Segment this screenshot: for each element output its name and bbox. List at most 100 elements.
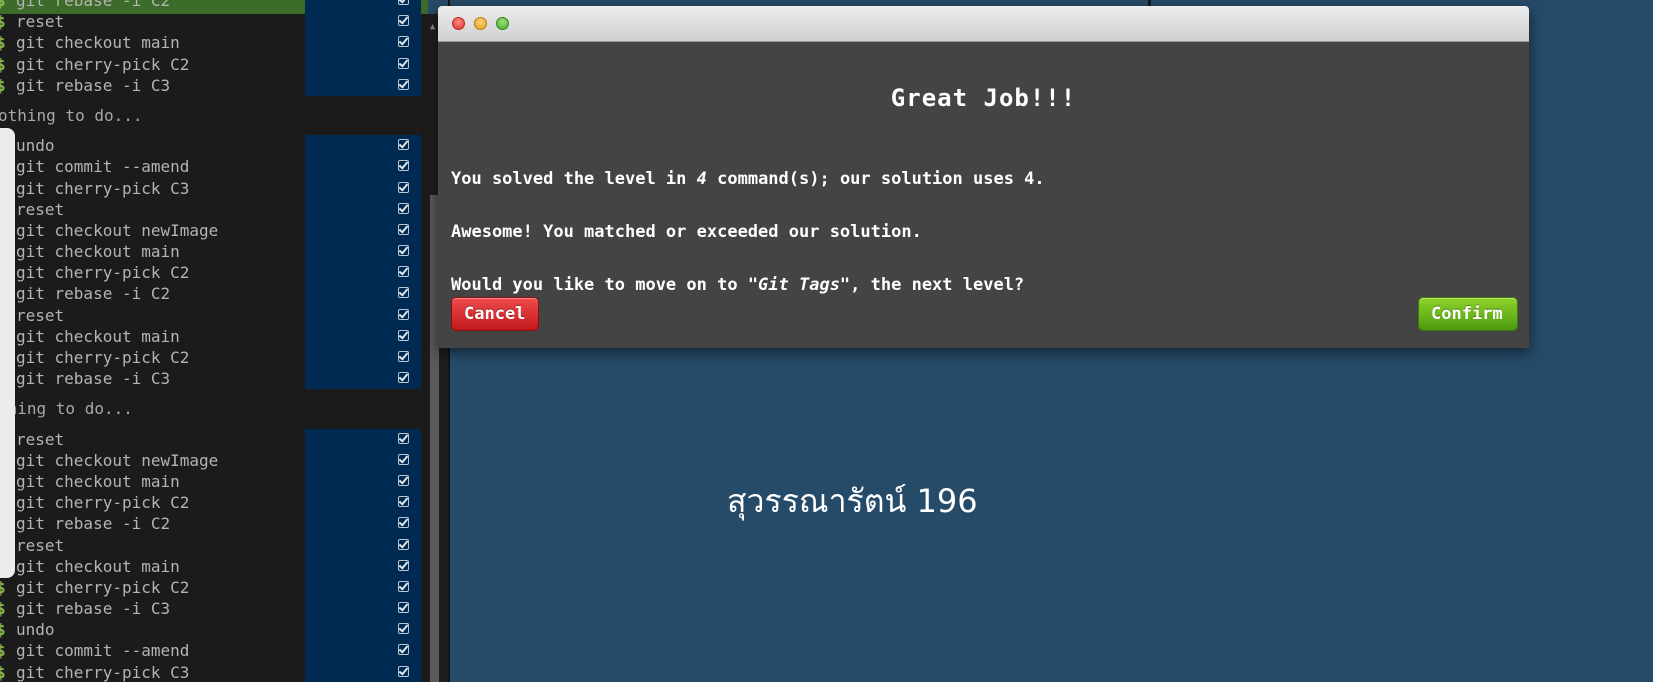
checkbox-checked-icon	[398, 372, 409, 384]
checkbox-checked-icon	[398, 57, 409, 69]
terminal-command-text: git commit --amend	[16, 641, 190, 661]
terminal-command-row: $git commit --amend	[0, 156, 421, 178]
terminal-command-text: git cherry-pick C2	[16, 263, 190, 283]
dialog-title: Great Job!!!	[890, 84, 1077, 112]
checkbox-checked-icon	[398, 623, 409, 635]
checkbox-checked-icon	[398, 644, 409, 656]
terminal-command-text: git cherry-pick C3	[16, 178, 190, 198]
checkbox-checked-icon	[398, 0, 409, 5]
terminal-command-text: reset	[16, 535, 65, 555]
prompt-icon: $	[0, 12, 6, 32]
terminal-command-text: git cherry-pick C2	[16, 54, 190, 74]
terminal-command-row: $git checkout main	[0, 32, 421, 54]
terminal-command-text: git rebase -i C2	[16, 514, 171, 534]
terminal-message-text: othing to do...	[0, 105, 143, 125]
terminal-command-row: $git checkout newImage	[0, 449, 421, 471]
checkbox-checked-icon	[398, 602, 409, 614]
checkbox-checked-icon	[398, 245, 409, 257]
prompt-icon: $	[0, 641, 6, 661]
minimize-icon[interactable]	[474, 17, 487, 30]
terminal-command-text: git checkout main	[16, 471, 180, 491]
terminal-command-text: reset	[16, 199, 65, 219]
terminal-command-row: $ undo	[0, 619, 421, 641]
terminal-command-text: git commit --amend	[16, 157, 190, 177]
terminal-command-row: $git rebase -i C3	[0, 368, 421, 390]
checkbox-checked-icon	[398, 453, 409, 465]
scroll-up-icon[interactable]: ▲	[430, 22, 435, 32]
terminal-command-row: $git rebase -i C2	[0, 0, 421, 12]
checkbox-checked-icon	[398, 432, 409, 444]
terminal-command-text: reset	[16, 305, 65, 325]
terminal-spacer	[0, 126, 420, 135]
terminal-command-text: git checkout main	[16, 242, 180, 262]
command-count: 4	[696, 169, 707, 189]
checkbox-checked-icon	[398, 202, 409, 214]
close-icon[interactable]	[452, 17, 465, 30]
awesome-message: Awesome! You matched or exceeded our sol…	[451, 222, 922, 242]
next-level-prefix: Would you like to move on to	[451, 275, 748, 295]
checkbox-checked-icon	[398, 287, 409, 299]
terminal-command-row: $git cherry-pick C3	[0, 177, 421, 199]
terminal-command-row: $git cherry-pick C2	[0, 53, 421, 75]
checkbox-checked-icon	[398, 580, 409, 592]
checkbox-checked-icon	[398, 308, 409, 320]
checkbox-checked-icon	[398, 36, 409, 48]
terminal-command-text: git checkout newImage	[16, 220, 219, 240]
next-level-message: Would you like to move on to "Git Tags",…	[451, 275, 1024, 295]
terminal-command-text: undo	[16, 136, 55, 156]
terminal-command-text: git cherry-pick C3	[16, 662, 190, 682]
checkbox-checked-icon	[398, 351, 409, 362]
terminal-command-text: reset	[16, 429, 65, 449]
solved-suffix: command(s); our solution uses 4.	[706, 169, 1045, 189]
solved-message: You solved the level in 4 command(s); ou…	[451, 169, 1045, 189]
terminal-panel: $ git rebase -i C2 $ reset $ git checkout mai…	[0, 0, 428, 682]
terminal-command-row: $git rebase -i C2	[0, 513, 421, 535]
prompt-icon: $	[0, 0, 6, 10]
terminal-command-text: git checkout main	[16, 33, 180, 53]
confirm-button[interactable]: Confirm	[1418, 297, 1518, 331]
cancel-button[interactable]: Cancel	[451, 297, 539, 331]
checkbox-checked-icon	[398, 15, 409, 27]
terminal-command-row: $git cherry-pick C2	[0, 262, 421, 284]
solved-prefix: You solved the level in	[451, 169, 697, 189]
terminal-message-text: thing to do...	[0, 399, 133, 419]
terminal-command-row: $git checkout main	[0, 241, 421, 263]
terminal-command-text: git checkout main	[16, 326, 180, 346]
terminal-spacer	[0, 420, 420, 429]
maximize-icon[interactable]	[496, 17, 509, 30]
prompt-icon: $	[0, 75, 6, 95]
terminal-command-row: $reset	[0, 534, 421, 556]
checkbox-checked-icon	[398, 160, 409, 172]
prompt-icon: $	[0, 599, 6, 619]
terminal-command-row: $reset	[0, 198, 421, 220]
checkbox-checked-icon	[398, 78, 409, 90]
terminal-command-text: git checkout newImage	[16, 450, 219, 470]
checkbox-checked-icon	[398, 329, 409, 341]
terminal-command-row: $git checkout newImage	[0, 219, 421, 242]
terminal-command-text: reset	[16, 12, 65, 32]
terminal-spacer	[0, 389, 420, 398]
terminal-command-row: $git cherry-pick C2	[0, 576, 421, 599]
checkbox-checked-icon	[398, 474, 409, 486]
terminal-command-row: $git cherry-pick C2	[0, 347, 421, 369]
terminal-command-text: git rebase -i C3	[16, 599, 171, 619]
terminal-command-row: $git cherry-pick C2	[0, 492, 421, 514]
terminal-spacer	[0, 96, 420, 105]
terminal-message: othing to do...	[0, 105, 420, 126]
checkbox-checked-icon	[398, 223, 409, 235]
terminal-command-row: $reset	[0, 304, 421, 326]
terminal-command-row: $git checkout main	[0, 555, 421, 577]
prompt-icon: $	[0, 620, 6, 640]
side-panel-tab[interactable]	[0, 128, 15, 578]
terminal-command-row: $undo	[0, 135, 421, 157]
terminal-message: thing to do...	[0, 398, 420, 419]
terminal-command-row: $reset	[0, 428, 421, 450]
checkbox-checked-icon	[398, 665, 409, 677]
terminal-command-text: undo	[16, 620, 55, 640]
checkbox-checked-icon	[398, 559, 409, 571]
terminal-command-text: git rebase -i C2	[16, 284, 171, 304]
terminal-command-row: $ reset	[0, 11, 421, 33]
checkbox-checked-icon	[398, 181, 409, 193]
terminal-command-row: $ git rebase -i C3	[0, 598, 421, 620]
terminal-command-row: $ git commit --amend	[0, 640, 421, 662]
